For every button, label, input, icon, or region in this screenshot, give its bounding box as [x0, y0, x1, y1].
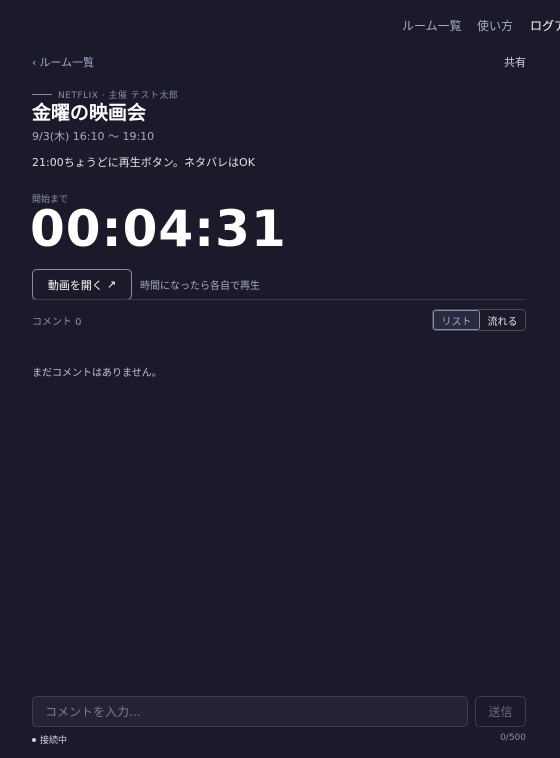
- back-link-label: ルーム一覧: [39, 56, 95, 69]
- comment-count: コメント 0: [32, 317, 82, 328]
- comment-input-wrapper: [32, 696, 468, 727]
- connection-status: 接続中: [32, 733, 67, 746]
- top-nav: ルーム一覧 使い方 ログア: [0, 17, 560, 35]
- meta-dash: [32, 94, 52, 95]
- char-count: 0/500: [500, 733, 526, 743]
- external-link-icon: ↗: [106, 278, 117, 291]
- room-schedule: 9/3(木) 16:10 〜 19:10: [32, 130, 155, 143]
- sub-bar: ‹ ルーム一覧 共有: [32, 54, 526, 70]
- connection-status-label: 接続中: [40, 736, 68, 746]
- room-description: 21:00ちょうどに再生ボタン。ネタバレはOK: [32, 156, 255, 169]
- chevron-left-icon: ‹: [32, 55, 37, 69]
- room-page: ルーム一覧 使い方 ログア ‹ ルーム一覧 共有 NETFLIX · 主催 テス…: [0, 0, 560, 758]
- open-video-hint: 時間になったら各自で再生: [140, 281, 260, 292]
- dot-icon: [32, 737, 36, 742]
- open-video-button[interactable]: 動画を開く ↗: [32, 269, 132, 300]
- room-title: 金曜の映画会: [32, 102, 147, 124]
- nav-rooms-link[interactable]: ルーム一覧: [402, 17, 462, 34]
- comment-input[interactable]: [33, 697, 467, 726]
- countdown-timer: 00:04:31: [30, 200, 287, 258]
- empty-comments-message: まだコメントはありません。: [32, 368, 162, 379]
- share-button[interactable]: 共有: [504, 54, 526, 70]
- view-list-tab[interactable]: リスト: [433, 310, 480, 330]
- divider: [32, 299, 526, 300]
- send-button[interactable]: 送信: [475, 696, 526, 727]
- comment-view-toggle: リスト 流れる: [432, 309, 526, 331]
- nav-howto-link[interactable]: 使い方: [477, 17, 513, 34]
- back-to-rooms-link[interactable]: ‹ ルーム一覧: [32, 54, 94, 70]
- open-video-label: 動画を開く: [47, 278, 103, 292]
- view-flow-tab[interactable]: 流れる: [480, 310, 525, 330]
- nav-login-link[interactable]: ログア: [530, 17, 560, 34]
